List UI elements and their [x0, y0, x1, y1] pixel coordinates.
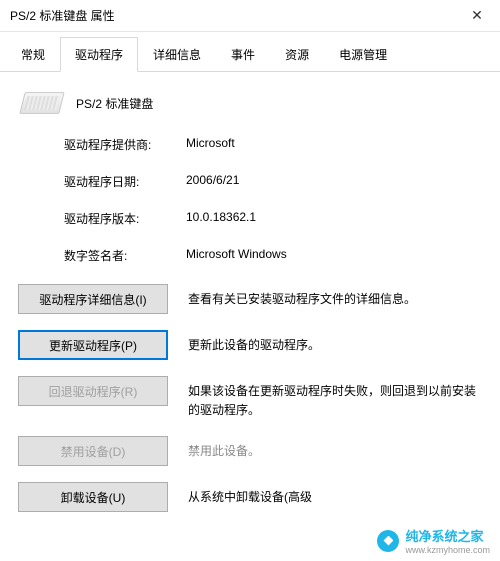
- tab-resources[interactable]: 资源: [270, 37, 324, 72]
- tab-content: PS/2 标准键盘 驱动程序提供商: Microsoft 驱动程序日期: 200…: [0, 72, 500, 512]
- update-driver-button[interactable]: 更新驱动程序(P): [18, 330, 168, 360]
- disable-device-desc: 禁用此设备。: [188, 436, 482, 461]
- tab-general[interactable]: 常规: [6, 37, 60, 72]
- driver-info: 驱动程序提供商: Microsoft 驱动程序日期: 2006/6/21 驱动程…: [64, 136, 482, 264]
- watermark-text: 纯净系统之家: [405, 529, 483, 544]
- device-header: PS/2 标准键盘: [22, 92, 482, 114]
- date-value: 2006/6/21: [186, 173, 239, 190]
- update-driver-desc: 更新此设备的驱动程序。: [188, 330, 482, 355]
- watermark-logo-icon: [377, 530, 399, 552]
- signer-label: 数字签名者:: [64, 247, 186, 264]
- action-row-update: 更新驱动程序(P) 更新此设备的驱动程序。: [18, 330, 482, 360]
- signer-value: Microsoft Windows: [186, 247, 287, 264]
- provider-label: 驱动程序提供商:: [64, 136, 186, 153]
- tab-power[interactable]: 电源管理: [324, 37, 402, 72]
- tab-driver[interactable]: 驱动程序: [60, 37, 138, 72]
- tab-bar: 常规 驱动程序 详细信息 事件 资源 电源管理: [0, 36, 500, 72]
- version-value: 10.0.18362.1: [186, 210, 256, 227]
- watermark-url: www.kzmyhome.com: [405, 545, 490, 555]
- uninstall-device-button[interactable]: 卸载设备(U): [18, 482, 168, 512]
- rollback-driver-button: 回退驱动程序(R): [18, 376, 168, 406]
- close-icon: ✕: [471, 7, 483, 24]
- version-label: 驱动程序版本:: [64, 210, 186, 227]
- provider-value: Microsoft: [186, 136, 235, 153]
- rollback-driver-desc: 如果该设备在更新驱动程序时失败，则回退到以前安装的驱动程序。: [188, 376, 482, 420]
- info-row-signer: 数字签名者: Microsoft Windows: [64, 247, 482, 264]
- date-label: 驱动程序日期:: [64, 173, 186, 190]
- close-button[interactable]: ✕: [454, 0, 500, 32]
- info-row-provider: 驱动程序提供商: Microsoft: [64, 136, 482, 153]
- driver-details-button[interactable]: 驱动程序详细信息(I): [18, 284, 168, 314]
- action-row-disable: 禁用设备(D) 禁用此设备。: [18, 436, 482, 466]
- window-title: PS/2 标准键盘 属性: [10, 7, 454, 24]
- titlebar: PS/2 标准键盘 属性 ✕: [0, 0, 500, 32]
- watermark: 纯净系统之家 www.kzmyhome.com: [373, 524, 494, 557]
- action-row-uninstall: 卸载设备(U) 从系统中卸载设备(高级: [18, 482, 482, 512]
- disable-device-button: 禁用设备(D): [18, 436, 168, 466]
- tab-events[interactable]: 事件: [216, 37, 270, 72]
- driver-details-desc: 查看有关已安装驱动程序文件的详细信息。: [188, 284, 482, 309]
- keyboard-icon: [19, 92, 64, 114]
- action-row-rollback: 回退驱动程序(R) 如果该设备在更新驱动程序时失败，则回退到以前安装的驱动程序。: [18, 376, 482, 420]
- watermark-text-block: 纯净系统之家 www.kzmyhome.com: [405, 526, 490, 555]
- uninstall-device-desc: 从系统中卸载设备(高级: [188, 482, 482, 507]
- tab-details[interactable]: 详细信息: [138, 37, 216, 72]
- info-row-version: 驱动程序版本: 10.0.18362.1: [64, 210, 482, 227]
- driver-actions: 驱动程序详细信息(I) 查看有关已安装驱动程序文件的详细信息。 更新驱动程序(P…: [18, 284, 482, 512]
- device-name: PS/2 标准键盘: [76, 95, 153, 112]
- action-row-details: 驱动程序详细信息(I) 查看有关已安装驱动程序文件的详细信息。: [18, 284, 482, 314]
- info-row-date: 驱动程序日期: 2006/6/21: [64, 173, 482, 190]
